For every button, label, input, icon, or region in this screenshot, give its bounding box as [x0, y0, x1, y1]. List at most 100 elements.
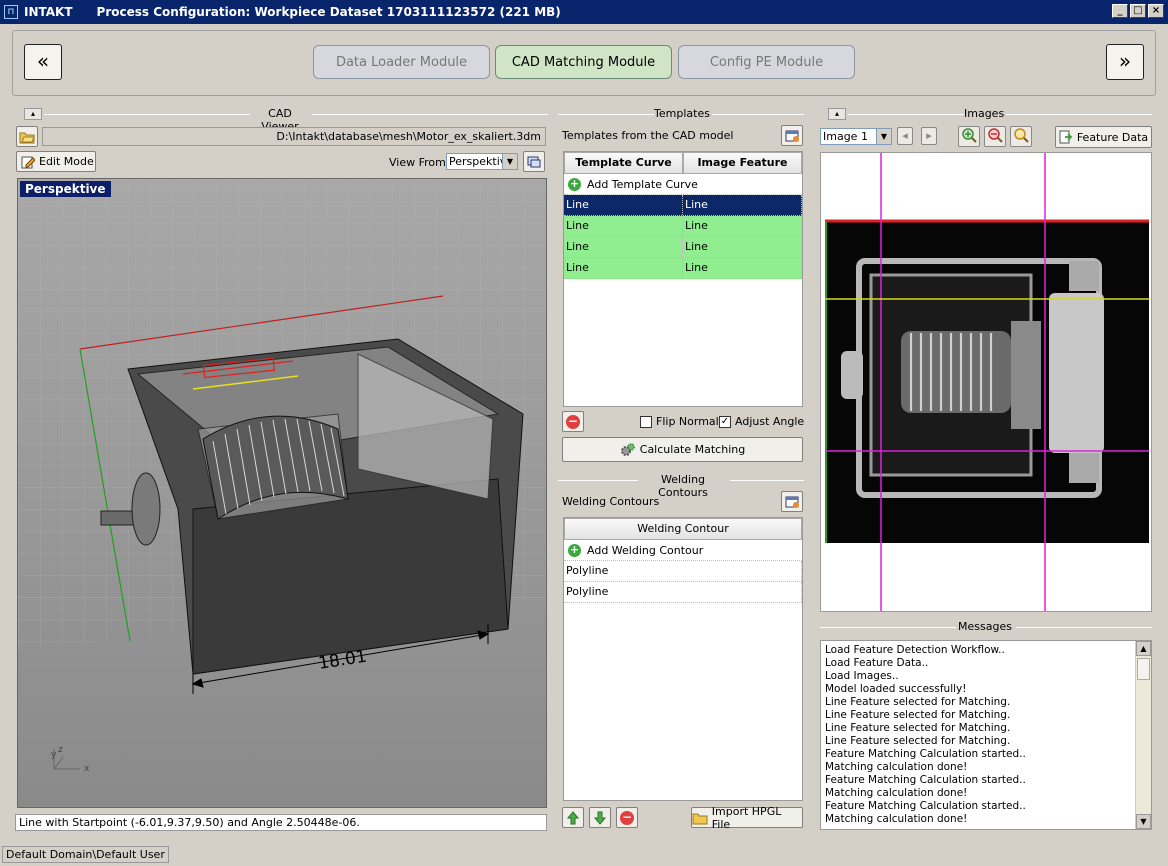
add-welding-contour-row[interactable]: + Add Welding Contour	[564, 540, 802, 561]
divider	[1016, 627, 1152, 628]
message-line: Load Images..	[825, 670, 899, 682]
image-feature-cell: Line	[683, 195, 802, 215]
previous-module-button[interactable]: «	[24, 44, 62, 80]
welding-contours-table: Welding Contour + Add Welding Contour Po…	[563, 517, 803, 801]
template-curve-cell: Line	[564, 195, 683, 215]
messages-log[interactable]: Load Feature Detection Workflow.. Load F…	[820, 640, 1152, 830]
app-icon: ⊓	[4, 5, 18, 19]
column-header-template-curve[interactable]: Template Curve	[564, 152, 683, 174]
welding-contour-cell: Polyline	[564, 582, 802, 602]
divider	[1006, 114, 1152, 115]
folder-open-icon	[19, 132, 35, 143]
window-title: Process Configuration: Workpiece Dataset…	[96, 5, 561, 19]
zoom-icon	[1014, 128, 1029, 143]
welding-contours-subtitle: Welding Contours	[562, 495, 660, 508]
column-header-image-feature[interactable]: Image Feature	[683, 152, 802, 174]
templates-subtitle: Templates from the CAD model	[562, 129, 734, 142]
zoom-fit-button[interactable]	[1010, 126, 1032, 147]
image-select-value: Image 1	[823, 130, 868, 143]
import-hpgl-button[interactable]: Import HPGL File	[691, 804, 803, 831]
welding-contour-cell: Polyline	[564, 561, 802, 581]
axis-y-label: y	[51, 750, 57, 760]
window-options-icon	[785, 496, 799, 508]
welding-window-button[interactable]	[781, 491, 803, 512]
zoom-in-button[interactable]	[958, 126, 980, 147]
tab-data-loader-module[interactable]: Data Loader Module	[313, 45, 490, 79]
cad-viewport[interactable]: 18.01 z y x Perspektive	[17, 178, 547, 808]
flip-normal-checkbox[interactable]: Flip Normal	[640, 415, 719, 428]
view-from-label: View From:	[389, 156, 450, 169]
adjust-angle-checkbox[interactable]: ✓ Adjust Angle	[719, 415, 804, 428]
tab-cad-matching-module[interactable]: CAD Matching Module	[495, 45, 672, 79]
message-line: Matching calculation done!	[825, 787, 968, 799]
edit-mode-label: Edit Mode	[39, 155, 94, 168]
zoom-out-button[interactable]	[984, 126, 1006, 147]
window-controls: _ □ ×	[1112, 4, 1164, 18]
template-curve-cell: Line	[564, 258, 683, 278]
remove-welding-contour-button[interactable]: −	[616, 807, 638, 828]
viewport-label: Perspektive	[20, 181, 111, 197]
column-header-welding-contour[interactable]: Welding Contour	[564, 518, 802, 540]
template-curve-cell: Line	[564, 237, 683, 257]
table-row[interactable]: Line Line	[564, 195, 802, 216]
close-button[interactable]: ×	[1148, 4, 1164, 18]
cad-model-render: 18.01 z y x	[18, 179, 546, 807]
remove-icon: −	[566, 413, 580, 429]
message-line: Line Feature selected for Matching.	[825, 709, 1011, 721]
user-status: Default Domain\Default User	[2, 846, 169, 863]
scroll-down-icon[interactable]: ▼	[1136, 814, 1151, 829]
view-from-select[interactable]: Perspektiv ▼	[446, 153, 518, 170]
export-icon	[1059, 130, 1073, 144]
maximize-button[interactable]: □	[1130, 4, 1146, 18]
images-collapse-button[interactable]: ▴	[828, 108, 846, 120]
message-line: Feature Matching Calculation started..	[825, 774, 1026, 786]
viewer-layout-button[interactable]	[523, 151, 545, 172]
message-line: Matching calculation done!	[825, 761, 968, 773]
message-line: Line Feature selected for Matching.	[825, 735, 1011, 747]
remove-icon: −	[620, 809, 634, 825]
image-feature-cell: Line	[683, 216, 802, 236]
next-image-button[interactable]: ▸	[921, 127, 937, 145]
move-up-button[interactable]	[562, 807, 584, 828]
calculate-matching-button[interactable]: Calculate Matching	[562, 437, 803, 462]
triangle-right-icon: ▸	[926, 129, 932, 142]
message-line: Feature Matching Calculation started..	[825, 748, 1026, 760]
messages-title: Messages	[958, 620, 1012, 633]
table-row[interactable]: Line Line	[564, 237, 802, 258]
list-item[interactable]: Polyline	[564, 561, 802, 582]
previous-image-button[interactable]: ◂	[897, 127, 913, 145]
import-hpgl-label: Import HPGL File	[711, 804, 782, 831]
add-template-curve-row[interactable]: + Add Template Curve	[564, 174, 802, 195]
scroll-up-icon[interactable]: ▲	[1136, 641, 1151, 656]
table-row[interactable]: Line Line	[564, 258, 802, 279]
list-item[interactable]: Polyline	[564, 582, 802, 603]
edit-mode-button[interactable]: Edit Mode	[16, 151, 96, 172]
messages-scrollbar[interactable]: ▲ ▼	[1135, 641, 1151, 829]
chevron-down-icon: ▼	[876, 129, 891, 144]
cad-viewer-collapse-button[interactable]: ▴	[24, 108, 42, 120]
scroll-thumb[interactable]	[1137, 658, 1150, 680]
table-row[interactable]: Line Line	[564, 216, 802, 237]
tab-config-pe-module[interactable]: Config PE Module	[678, 45, 855, 79]
open-file-button[interactable]	[16, 126, 38, 147]
message-line: Load Feature Detection Workflow..	[825, 644, 1005, 656]
image-viewport[interactable]	[820, 152, 1152, 612]
title-bar: ⊓ INTAKT Process Configuration: Workpiec…	[0, 0, 1168, 24]
triangle-left-icon: ◂	[902, 129, 908, 142]
image-feature-cell: Line	[683, 237, 802, 257]
cad-status-text: Line with Startpoint (-6.01,9.37,9.50) a…	[15, 814, 547, 831]
arrow-down-icon	[594, 811, 606, 825]
divider	[44, 114, 250, 115]
zoom-in-icon	[962, 128, 977, 143]
arrow-up-icon	[567, 810, 579, 824]
next-module-button[interactable]: »	[1106, 44, 1144, 80]
chevron-down-icon: ▼	[502, 154, 517, 169]
remove-template-button[interactable]: −	[562, 411, 584, 432]
minimize-button[interactable]: _	[1112, 4, 1128, 18]
image-select[interactable]: Image 1 ▼	[820, 128, 892, 145]
move-down-button[interactable]	[589, 807, 611, 828]
edit-icon	[21, 156, 35, 168]
feature-data-button[interactable]: Feature Data	[1055, 126, 1152, 148]
calculate-matching-label: Calculate Matching	[639, 443, 746, 456]
templates-window-button[interactable]	[781, 125, 803, 146]
